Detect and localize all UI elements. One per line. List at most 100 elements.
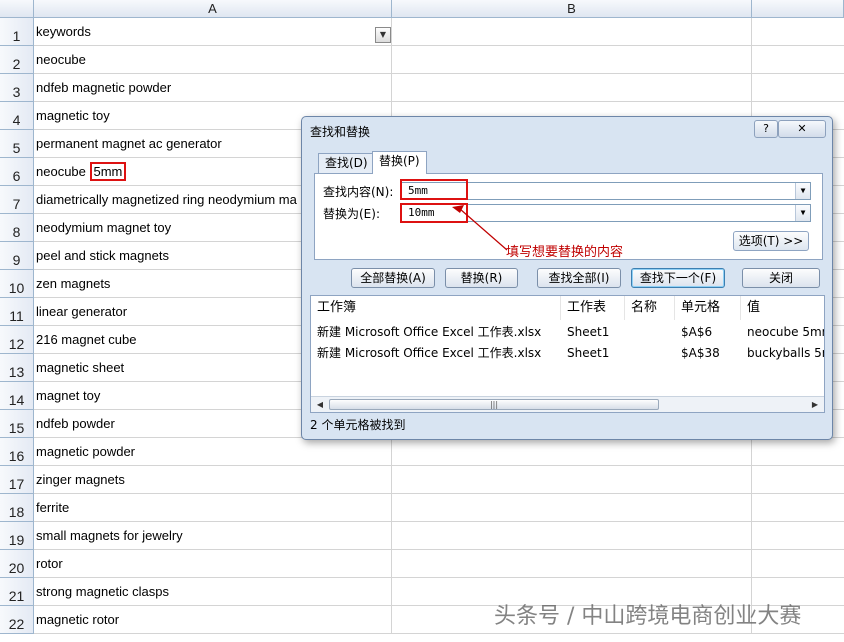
replace-all-button[interactable]: 全部替换(A) xyxy=(351,268,435,288)
watermark: 头条号 / 中山跨境电商创业大赛 xyxy=(494,604,802,629)
highlighted-match: 5mm xyxy=(89,162,127,181)
cell-b[interactable] xyxy=(392,18,752,46)
row-header[interactable]: 9 xyxy=(0,242,34,270)
select-all-corner[interactable] xyxy=(0,0,34,18)
chevron-down-icon[interactable]: ▼ xyxy=(795,183,810,199)
results-header-name[interactable]: 名称 xyxy=(625,296,675,320)
row-header[interactable]: 4 xyxy=(0,102,34,130)
row-header[interactable]: 12 xyxy=(0,326,34,354)
column-header-b[interactable]: B xyxy=(392,0,752,18)
chevron-down-icon[interactable]: ▼ xyxy=(795,205,810,221)
find-highlight-box xyxy=(400,179,468,200)
cell-text: neocube xyxy=(36,164,90,179)
cell-c[interactable] xyxy=(752,522,844,550)
find-next-button[interactable]: 查找下一个(F) xyxy=(631,268,725,288)
horizontal-scrollbar[interactable]: ◀ ||| ▶ xyxy=(311,396,824,412)
row-header[interactable]: 7 xyxy=(0,186,34,214)
filter-dropdown-button[interactable]: ▼ xyxy=(375,27,391,43)
options-button[interactable]: 选项(T) >> xyxy=(733,231,809,251)
table-row: 2 neocube xyxy=(0,46,844,74)
replace-button[interactable]: 替换(R) xyxy=(445,268,518,288)
cell-a[interactable]: magnetic rotor xyxy=(34,606,392,634)
table-row: 19 small magnets for jewelry xyxy=(0,522,844,550)
row-header[interactable]: 11 xyxy=(0,298,34,326)
scroll-left-icon[interactable]: ◀ xyxy=(313,397,327,412)
result-sheet: Sheet1 xyxy=(567,346,610,360)
scroll-thumb[interactable]: ||| xyxy=(329,399,659,410)
row-header[interactable]: 14 xyxy=(0,382,34,410)
result-value: buckyballs 5mm xyxy=(747,346,824,360)
row-header[interactable]: 6 xyxy=(0,158,34,186)
cell-a[interactable]: ndfeb magnetic powder xyxy=(34,74,392,102)
cell-a[interactable]: small magnets for jewelry xyxy=(34,522,392,550)
cell-c[interactable] xyxy=(752,550,844,578)
cell-c[interactable] xyxy=(752,18,844,46)
find-all-button[interactable]: 查找全部(I) xyxy=(537,268,621,288)
cell-a[interactable]: magnetic powder xyxy=(34,438,392,466)
results-header-cell[interactable]: 单元格 xyxy=(675,296,741,320)
table-row: 16 magnetic powder xyxy=(0,438,844,466)
close-button[interactable]: 关闭 xyxy=(742,268,820,288)
result-value: neocube 5mm xyxy=(747,325,825,339)
table-row: 3 ndfeb magnetic powder xyxy=(0,74,844,102)
replace-with-label: 替换为(E): xyxy=(323,207,380,221)
cell-b[interactable] xyxy=(392,46,752,74)
cell-a[interactable]: neocube xyxy=(34,46,392,74)
find-replace-dialog: 查找和替换 ? ✕ 查找(D) 替换(P) 查找内容(N): 5mm ▼ 替换为… xyxy=(301,116,833,440)
tab-find[interactable]: 查找(D) xyxy=(318,153,375,173)
cell-c[interactable] xyxy=(752,74,844,102)
tab-replace[interactable]: 替换(P) xyxy=(372,151,427,174)
result-cell: $A$38 xyxy=(681,346,720,360)
cell-a[interactable]: zinger magnets xyxy=(34,466,392,494)
row-header[interactable]: 19 xyxy=(0,522,34,550)
row-header[interactable]: 3 xyxy=(0,74,34,102)
cell-c[interactable] xyxy=(752,438,844,466)
row-header[interactable]: 18 xyxy=(0,494,34,522)
table-row: 18 ferrite xyxy=(0,494,844,522)
cell-c[interactable] xyxy=(752,466,844,494)
results-header-workbook[interactable]: 工作簿 xyxy=(311,296,561,320)
column-header-c[interactable] xyxy=(752,0,844,18)
cell-b[interactable] xyxy=(392,550,752,578)
cell-a[interactable]: rotor xyxy=(34,550,392,578)
results-header-sheet[interactable]: 工作表 xyxy=(561,296,625,320)
result-name xyxy=(625,343,675,363)
cell-b[interactable] xyxy=(392,494,752,522)
result-workbook: 新建 Microsoft Office Excel 工作表.xlsx xyxy=(317,346,542,360)
row-header[interactable]: 16 xyxy=(0,438,34,466)
cell-c[interactable] xyxy=(752,46,844,74)
status-text: 2 个单元格被找到 xyxy=(310,418,406,432)
result-sheet: Sheet1 xyxy=(567,325,610,339)
cell-b[interactable] xyxy=(392,74,752,102)
annotation-arrow-icon xyxy=(452,205,508,251)
results-header-value[interactable]: 值 xyxy=(741,296,824,320)
cell-b[interactable] xyxy=(392,522,752,550)
cell-b[interactable] xyxy=(392,438,752,466)
result-cell: $A$6 xyxy=(681,325,713,339)
cell-a[interactable]: ferrite xyxy=(34,494,392,522)
row-header[interactable]: 15 xyxy=(0,410,34,438)
results-list: 工作簿 工作表 名称 单元格 值 新建 Microsoft Office Exc… xyxy=(310,295,825,413)
row-header[interactable]: 20 xyxy=(0,550,34,578)
row-header[interactable]: 17 xyxy=(0,466,34,494)
row-header[interactable]: 5 xyxy=(0,130,34,158)
table-row: 20 rotor xyxy=(0,550,844,578)
scroll-right-icon[interactable]: ▶ xyxy=(808,397,822,412)
cell-a[interactable]: strong magnetic clasps xyxy=(34,578,392,606)
annotation-text: 填写想要替换的内容 xyxy=(506,245,624,260)
close-window-button[interactable]: ✕ xyxy=(778,120,826,138)
row-header[interactable]: 10 xyxy=(0,270,34,298)
row-header[interactable]: 8 xyxy=(0,214,34,242)
column-header-a[interactable]: A xyxy=(34,0,392,18)
row-header[interactable]: 22 xyxy=(0,606,34,634)
help-button[interactable]: ? xyxy=(754,120,778,138)
row-header[interactable]: 1 xyxy=(0,18,34,46)
cell-c[interactable] xyxy=(752,494,844,522)
row-header[interactable]: 21 xyxy=(0,578,34,606)
row-header[interactable]: 13 xyxy=(0,354,34,382)
cell-a1[interactable]: keywords xyxy=(34,18,392,46)
result-name xyxy=(625,322,675,342)
cell-b[interactable] xyxy=(392,466,752,494)
row-header[interactable]: 2 xyxy=(0,46,34,74)
dialog-title: 查找和替换 xyxy=(310,125,371,139)
